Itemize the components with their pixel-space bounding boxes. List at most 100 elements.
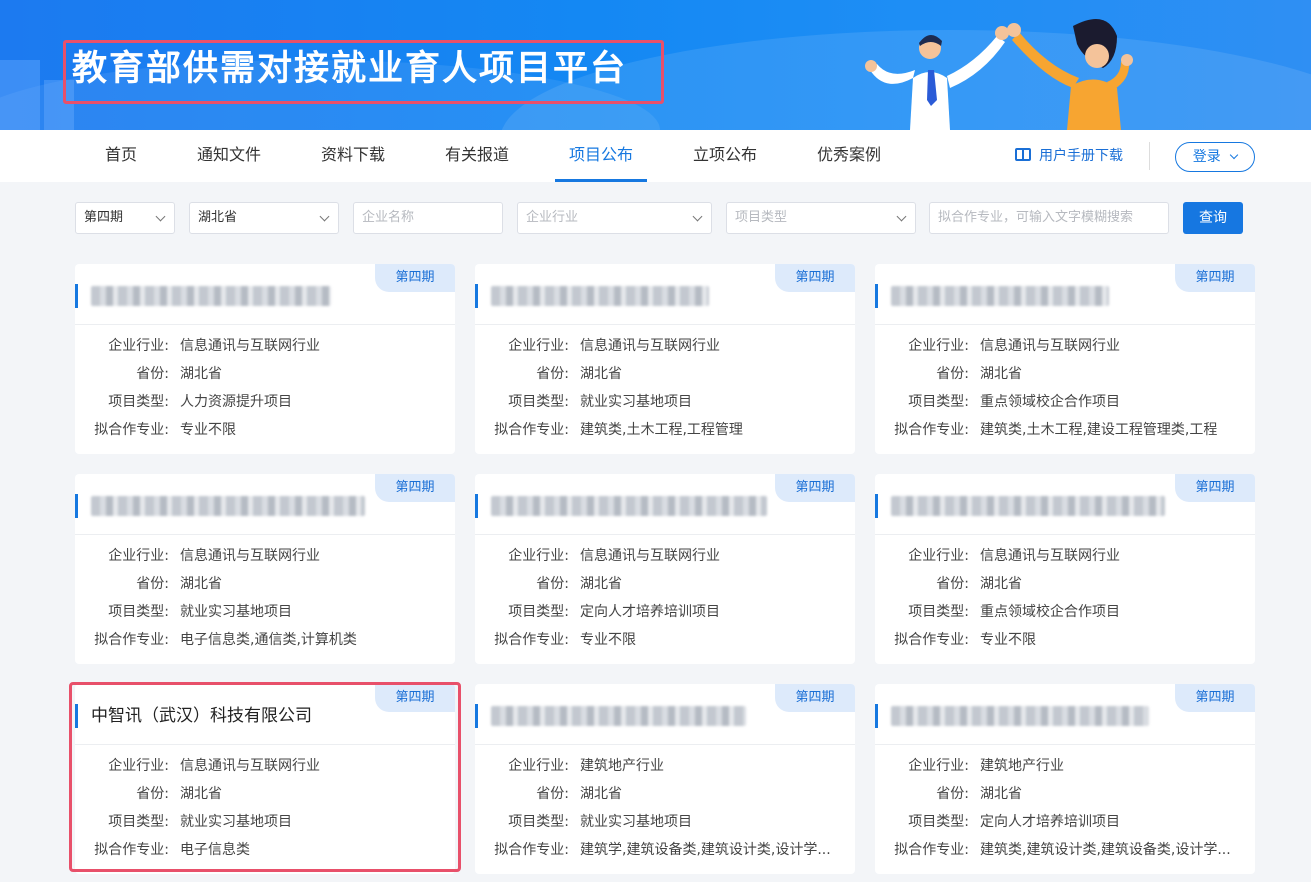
- field-value-industry: 信息通讯与互联网行业: [180, 548, 320, 564]
- card-accent-bar: [875, 704, 878, 728]
- field-row-major: 拟合作专业: 电子信息类: [75, 840, 455, 860]
- nav-notices[interactable]: 通知文件: [190, 130, 268, 182]
- project-card[interactable]: 第四期 企业行业: 信息通讯与互联网行业 省份: 湖北省 项目类型: 人力资源提升项目 拟合作…: [75, 264, 455, 454]
- field-value-type: 就业实习基地项目: [180, 604, 292, 620]
- field-row-major: 拟合作专业: 专业不限: [75, 420, 455, 440]
- woman-figure: [1007, 18, 1133, 130]
- field-value-province: 湖北省: [580, 786, 622, 802]
- field-value-province: 湖北省: [180, 786, 222, 802]
- field-row-province: 省份: 湖北省: [75, 364, 455, 384]
- field-row-major: 拟合作专业: 建筑类,土木工程,建设工程管理类,工程: [875, 420, 1255, 440]
- field-value-province: 湖北省: [580, 576, 622, 592]
- nav-cases[interactable]: 优秀案例: [810, 130, 888, 182]
- field-value-industry: 信息通讯与互联网行业: [580, 338, 720, 354]
- chevron-down-icon: [155, 211, 166, 222]
- field-row-major: 拟合作专业: 专业不限: [475, 630, 855, 650]
- field-row-type: 项目类型: 重点领域校企合作项目: [875, 602, 1255, 622]
- field-label-major: 拟合作专业:: [94, 422, 169, 438]
- field-value-province: 湖北省: [580, 366, 622, 382]
- field-row-industry: 企业行业: 信息通讯与互联网行业: [475, 336, 855, 356]
- login-label: 登录: [1192, 149, 1221, 165]
- field-label-major: 拟合作专业:: [894, 422, 969, 438]
- field-value-province: 湖北省: [980, 786, 1022, 802]
- field-label-major: 拟合作专业:: [94, 842, 169, 858]
- field-row-industry: 企业行业: 信息通讯与互联网行业: [75, 546, 455, 566]
- field-label-type: 项目类型:: [908, 814, 969, 830]
- book-icon: [1015, 147, 1031, 161]
- nav-projects[interactable]: 项目公布: [555, 130, 647, 182]
- field-value-industry: 信息通讯与互联网行业: [980, 338, 1120, 354]
- field-label-province: 省份:: [536, 576, 569, 592]
- field-row-industry: 企业行业: 信息通讯与互联网行业: [75, 756, 455, 776]
- field-label-industry: 企业行业:: [508, 548, 569, 564]
- card-divider: [75, 744, 455, 745]
- field-label-industry: 企业行业:: [108, 758, 169, 774]
- field-label-province: 省份:: [536, 786, 569, 802]
- card-divider: [475, 324, 855, 325]
- nav-home[interactable]: 首页: [88, 130, 154, 182]
- field-row-type: 项目类型: 就业实习基地项目: [475, 812, 855, 832]
- card-divider: [75, 534, 455, 535]
- project-type-select[interactable]: 项目类型: [726, 202, 916, 234]
- company-name-input[interactable]: 企业名称: [353, 202, 503, 234]
- field-value-province: 湖北省: [180, 576, 222, 592]
- period-badge: 第四期: [375, 264, 455, 292]
- field-label-industry: 企业行业:: [908, 338, 969, 354]
- field-label-industry: 企业行业:: [908, 548, 969, 564]
- chevron-down-icon: [896, 211, 907, 222]
- field-row-province: 省份: 湖北省: [75, 574, 455, 594]
- field-row-province: 省份: 湖北省: [875, 574, 1255, 594]
- field-label-major: 拟合作专业:: [894, 842, 969, 858]
- industry-select[interactable]: 企业行业: [517, 202, 712, 234]
- field-row-industry: 企业行业: 建筑地产行业: [875, 756, 1255, 776]
- field-value-province: 湖北省: [980, 576, 1022, 592]
- field-label-province: 省份:: [936, 786, 969, 802]
- project-card[interactable]: 第四期 企业行业: 建筑地产行业 省份: 湖北省 项目类型: 定向人才培养培训项目 拟合作专业…: [875, 684, 1255, 874]
- chevron-down-icon: [692, 211, 703, 222]
- building-decoration: [0, 60, 40, 130]
- field-row-type: 项目类型: 重点领域校企合作项目: [875, 392, 1255, 412]
- field-value-type: 就业实习基地项目: [580, 814, 692, 830]
- field-value-type: 定向人才培养培训项目: [980, 814, 1120, 830]
- project-card[interactable]: 第四期 企业行业: 信息通讯与互联网行业 省份: 湖北省 项目类型: 就业实习基地项目 拟合作…: [475, 264, 855, 454]
- field-label-industry: 企业行业:: [108, 548, 169, 564]
- field-value-industry: 信息通讯与互联网行业: [980, 548, 1120, 564]
- project-card[interactable]: 第四期 企业行业: 信息通讯与互联网行业 省份: 湖北省 项目类型: 定向人才培养培训项目拟…: [475, 474, 855, 664]
- login-button[interactable]: 登录: [1175, 142, 1255, 172]
- card-accent-bar: [475, 494, 478, 518]
- field-label-type: 项目类型:: [908, 394, 969, 410]
- company-name-redacted: [891, 286, 1109, 306]
- card-divider: [475, 744, 855, 745]
- nav-downloads[interactable]: 资料下载: [314, 130, 392, 182]
- nav-approved[interactable]: 立项公布: [686, 130, 764, 182]
- field-row-major: 拟合作专业: 电子信息类,通信类,计算机类: [75, 630, 455, 650]
- field-value-industry: 信息通讯与互联网行业: [180, 338, 320, 354]
- province-select[interactable]: 湖北省: [189, 202, 339, 234]
- field-row-province: 省份: 湖北省: [475, 364, 855, 384]
- banner: 教育部供需对接就业育人项目平台: [0, 0, 1311, 130]
- project-card[interactable]: 第四期 企业行业: 建筑地产行业 省份: 湖北省 项目类型: 就业实习基地项目 拟合作专业: 建…: [475, 684, 855, 874]
- user-manual-label: 用户手册下载: [1039, 148, 1123, 164]
- project-card[interactable]: 第四期 企业行业: 信息通讯与互联网行业 省份: 湖北省 项目类型: 重点领域校企合作项目拟…: [875, 474, 1255, 664]
- main-nav: 首页 通知文件 资料下载 有关报道 项目公布 立项公布 优秀案例 用户手册下载 …: [0, 130, 1311, 182]
- major-search-input[interactable]: 拟合作专业，可输入文字模糊搜索: [929, 202, 1169, 234]
- card-divider: [875, 324, 1255, 325]
- nav-reports[interactable]: 有关报道: [438, 130, 516, 182]
- project-card[interactable]: 第四期 企业行业: 信息通讯与互联网行业 省份: 湖北省 项目类型: 就业实习基地项目 拟合作…: [75, 474, 455, 664]
- chevron-down-icon: [319, 211, 330, 222]
- card-accent-bar: [875, 284, 878, 308]
- field-value-major: 专业不限: [580, 632, 636, 648]
- company-name-redacted: [91, 496, 365, 516]
- company-name-redacted: [891, 706, 1149, 726]
- project-card[interactable]: 第四期 中智讯（武汉）科技有限公司 企业行业: 信息通讯与互联网行业 省份: 湖北省 项目类…: [75, 684, 455, 874]
- period-select[interactable]: 第四期: [75, 202, 175, 234]
- field-label-industry: 企业行业:: [508, 338, 569, 354]
- field-label-major: 拟合作专业:: [894, 632, 969, 648]
- card-accent-bar: [75, 284, 78, 308]
- field-row-major: 拟合作专业: 建筑类,建筑设计类,建筑设备类,设计学...: [875, 840, 1255, 860]
- user-manual-link[interactable]: 用户手册下载: [1015, 130, 1123, 182]
- query-button[interactable]: 查询: [1183, 202, 1243, 234]
- field-row-type: 项目类型: 定向人才培养培训项目: [475, 602, 855, 622]
- period-value: 第四期: [84, 210, 124, 225]
- project-card[interactable]: 第四期 企业行业: 信息通讯与互联网行业 省份: 湖北省 项目类型: 重点领域校企合作项目拟…: [875, 264, 1255, 454]
